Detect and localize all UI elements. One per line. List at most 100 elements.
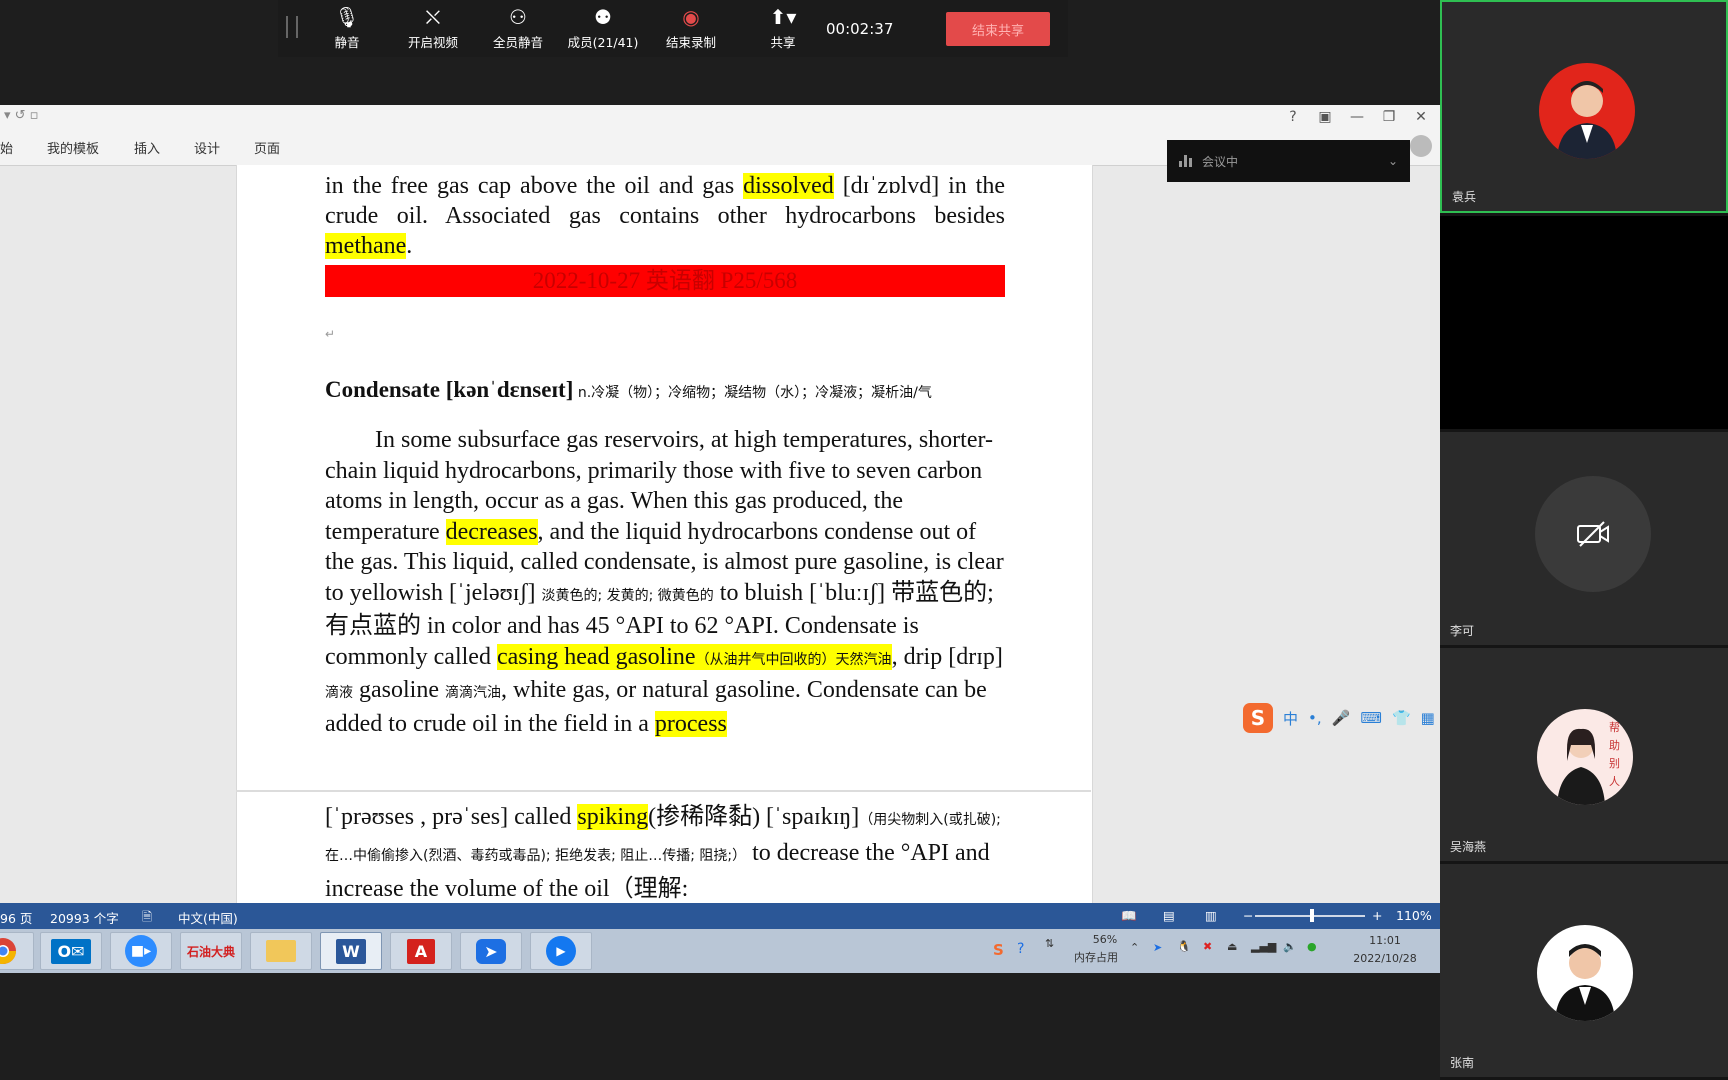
- zoom-app-icon[interactable]: ■▸: [110, 932, 172, 970]
- page-break: [236, 790, 1091, 792]
- security-tray-icon[interactable]: ✖: [1203, 940, 1212, 953]
- chrome-icon[interactable]: [0, 932, 34, 970]
- highlight-methane: methane: [325, 233, 407, 259]
- chevron-down-icon[interactable]: ⌄: [1388, 154, 1398, 168]
- page-count[interactable]: 96 页: [0, 908, 32, 927]
- tab-home[interactable]: 始: [0, 138, 13, 157]
- close-icon[interactable]: ✕: [1412, 109, 1430, 125]
- highlight-dissolved: dissolved: [743, 173, 834, 199]
- meeting-timer: 00:02:37: [826, 20, 894, 38]
- zoom-in-icon[interactable]: +: [1372, 908, 1382, 923]
- tray-arrows-icon[interactable]: ⇅: [1045, 937, 1054, 950]
- proofing-icon[interactable]: 🗎: [142, 908, 152, 929]
- svg-text:帮: 帮: [1609, 721, 1620, 734]
- condensate-gloss: n.冷凝（物）；冷缩物；凝结物（水）；冷凝液；凝析油/气: [573, 385, 932, 401]
- tab-layout[interactable]: 页面: [254, 138, 280, 157]
- restore-icon[interactable]: ❐: [1380, 109, 1398, 125]
- svg-text:别: 别: [1609, 757, 1620, 770]
- start-video-button[interactable]: ⛌ 开启视频: [393, 4, 473, 51]
- web-layout-icon[interactable]: ▥: [1205, 908, 1217, 923]
- mute-all-icon: ⚇: [509, 5, 527, 29]
- avatar: [1539, 63, 1635, 159]
- members-button[interactable]: ⚉ 成员(21/41): [563, 4, 643, 51]
- tencent-meeting-icon[interactable]: ▶: [530, 932, 592, 970]
- clock-date[interactable]: 2022/10/28: [1345, 952, 1425, 965]
- ime-toolbar[interactable]: S 中 •, 🎤 ⌨ 👕 ▦: [1243, 703, 1435, 733]
- svg-text:人: 人: [1609, 775, 1620, 788]
- stop-share-button[interactable]: 结束共享: [946, 12, 1050, 46]
- outlook-icon[interactable]: O✉: [40, 932, 102, 970]
- next-page-paragraph[interactable]: [ˈprəʊses , prəˈses] called spiking(掺稀降黏…: [325, 801, 1025, 906]
- condensate-heading: Condensate [kənˈdɛnseɪt] n.冷凝（物）；冷缩物；凝结物…: [325, 376, 1005, 407]
- microphone-icon: 🎙: [334, 5, 360, 29]
- participant-tile[interactable]: 帮助别人 吴海燕: [1440, 648, 1728, 861]
- punctuation-icon[interactable]: •,: [1308, 709, 1322, 727]
- acrobat-icon[interactable]: A: [390, 932, 452, 970]
- document-body[interactable]: in the free gas cap above the oil and ga…: [325, 171, 1005, 739]
- toolbox-icon[interactable]: ▦: [1421, 709, 1435, 727]
- mute-button[interactable]: 🎙 静音: [307, 4, 387, 51]
- clock-time[interactable]: 11:01: [1355, 934, 1415, 947]
- system-tray: S ? ⇅ 56% 内存占用 ⌃ ➤ 🐧 ✖ ⏏ ▂▄▆ 🔈 ● 11:01 2…: [985, 931, 1440, 971]
- zoom-slider-thumb[interactable]: [1310, 909, 1314, 922]
- feishu-tray-icon[interactable]: ➤: [1153, 941, 1162, 954]
- word-status-bar: 96 页 20993 个字 🗎 中文(中国) 📖 ▤ ▥ − + 110%: [0, 903, 1440, 929]
- meeting-status-text: 会议中: [1202, 154, 1239, 169]
- memory-label: 内存占用: [1074, 951, 1118, 964]
- chinese-mode-icon[interactable]: 中: [1283, 708, 1298, 729]
- help-icon[interactable]: ?: [1284, 109, 1302, 125]
- quick-access-toolbar[interactable]: ▾ ↺ ▫: [4, 108, 39, 123]
- qq-tray-icon[interactable]: 🐧: [1177, 940, 1191, 953]
- usb-tray-icon[interactable]: ⏏: [1227, 940, 1237, 953]
- participant-tile[interactable]: 李可: [1440, 432, 1728, 645]
- petroleum-dictionary-icon[interactable]: 石油大典: [180, 932, 242, 970]
- help-tray-icon[interactable]: ?: [1017, 941, 1024, 957]
- sogou-tray-icon[interactable]: S: [993, 941, 1004, 959]
- network-icon[interactable]: ▂▄▆: [1251, 940, 1276, 953]
- participant-panel: 袁兵 李可 帮助别人 吴海燕 张南: [1440, 0, 1728, 1080]
- ribbon-display-icon[interactable]: ▣: [1316, 109, 1334, 125]
- mute-all-button[interactable]: ⚇ 全员静音: [478, 4, 558, 51]
- tab-insert[interactable]: 插入: [134, 138, 160, 157]
- participant-name: 袁兵: [1452, 190, 1477, 204]
- volume-icon[interactable]: 🔈: [1283, 940, 1297, 953]
- camera-off-icon: ⛌: [425, 5, 441, 29]
- highlight-spiking: spiking: [577, 804, 649, 830]
- record-icon: ◉: [682, 5, 700, 29]
- participant-tile[interactable]: 袁兵: [1440, 0, 1728, 213]
- drag-handle[interactable]: [286, 16, 298, 38]
- camera-off-icon: [1535, 476, 1651, 592]
- language-indicator[interactable]: 中文(中国): [178, 908, 238, 927]
- share-screen-button[interactable]: ⬆▾ 共享: [743, 4, 823, 51]
- print-layout-icon[interactable]: ▤: [1163, 908, 1175, 923]
- sogou-logo-icon[interactable]: S: [1243, 703, 1273, 733]
- file-explorer-icon[interactable]: [250, 932, 312, 970]
- members-icon: ⚉: [594, 5, 612, 29]
- highlight-decreases: decreases: [445, 518, 538, 545]
- keyboard-icon[interactable]: ⌨: [1360, 709, 1382, 727]
- meeting-toolbar: 🎙 静音 ⛌ 开启视频 ⚇ 全员静音 ⚉ 成员(21/41) ◉ 结束录制 ⬆▾ 共享 00…: [278, 0, 1068, 57]
- windows-taskbar: O✉ ■▸ 石油大典 W A ➤ ▶ S ? ⇅ 56% 内存占用 ⌃ ➤ 🐧 …: [0, 929, 1440, 973]
- word-icon[interactable]: W: [320, 932, 382, 970]
- skin-icon[interactable]: 👕: [1392, 709, 1411, 727]
- minimize-icon[interactable]: —: [1348, 109, 1366, 125]
- stop-recording-button[interactable]: ◉ 结束录制: [651, 4, 731, 51]
- participant-tile[interactable]: [1440, 216, 1728, 429]
- zoom-level[interactable]: 110%: [1396, 908, 1432, 923]
- memory-percent: 56%: [1092, 933, 1118, 946]
- tab-design[interactable]: 设计: [194, 138, 220, 157]
- feishu-icon[interactable]: ➤: [460, 932, 522, 970]
- participant-tile[interactable]: 张南: [1440, 864, 1728, 1077]
- zoom-out-icon[interactable]: −: [1243, 908, 1253, 923]
- word-count[interactable]: 20993 个字: [50, 908, 119, 927]
- paragraph-mark: ↵: [325, 327, 336, 341]
- wechat-tray-icon[interactable]: ●: [1307, 940, 1317, 953]
- avatar: 帮助别人: [1537, 709, 1633, 805]
- show-hidden-icon[interactable]: ⌃: [1130, 941, 1139, 954]
- tab-my-templates[interactable]: 我的模板: [47, 138, 99, 157]
- voice-input-icon[interactable]: 🎤: [1332, 709, 1351, 727]
- meeting-status-pill[interactable]: 会议中 ⌄: [1167, 140, 1410, 182]
- account-icon[interactable]: [1410, 135, 1432, 157]
- shared-screen: ▾ ↺ ▫ 始 我的模板 插入 设计 页面 ? ▣ — ❐ ✕ 会议中 ⌄ in…: [0, 105, 1440, 973]
- read-mode-icon[interactable]: 📖: [1121, 908, 1137, 924]
